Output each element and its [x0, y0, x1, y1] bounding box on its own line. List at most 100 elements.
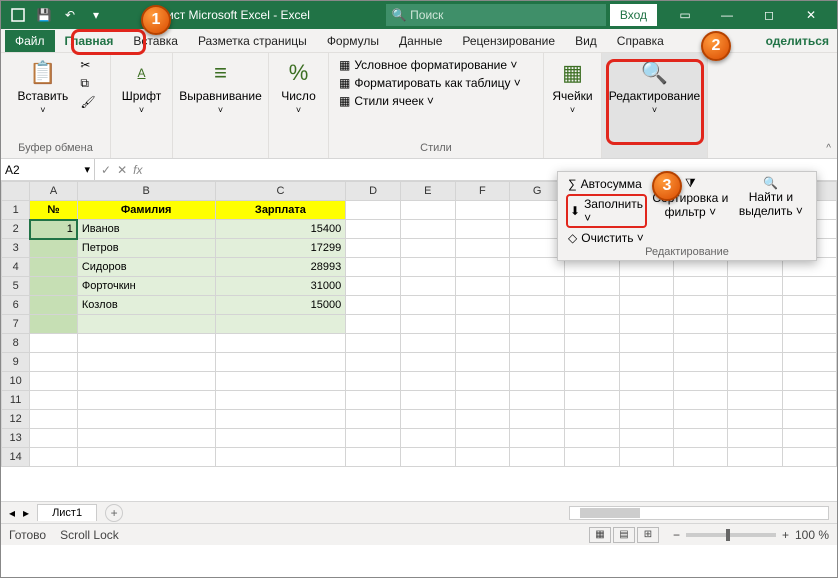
- cell[interactable]: 28993: [215, 258, 346, 277]
- cell[interactable]: Фамилия: [77, 201, 215, 220]
- row-header[interactable]: 2: [2, 220, 30, 239]
- editing-button[interactable]: 🔍 Редактирование˅: [605, 57, 704, 117]
- cell[interactable]: №: [30, 201, 78, 220]
- row-header[interactable]: 6: [2, 296, 30, 315]
- col-header[interactable]: A: [30, 182, 78, 201]
- clear-button[interactable]: ◇Очистить ˅: [566, 230, 647, 246]
- sheet-nav-prev-icon[interactable]: ◂: [9, 506, 15, 520]
- tab-home[interactable]: Главная: [55, 30, 124, 52]
- col-header[interactable]: C: [215, 182, 346, 201]
- add-sheet-button[interactable]: +: [105, 504, 123, 522]
- col-header[interactable]: B: [77, 182, 215, 201]
- minimize-icon[interactable]: —: [707, 4, 747, 26]
- cell[interactable]: [30, 277, 78, 296]
- tab-view[interactable]: Вид: [565, 30, 607, 52]
- tab-data[interactable]: Данные: [389, 30, 452, 52]
- zoom-out-icon[interactable]: −: [673, 528, 680, 542]
- format-as-table-button[interactable]: ▦Форматировать как таблицу ˅: [337, 75, 535, 91]
- row-header[interactable]: 8: [2, 334, 30, 353]
- copy-button[interactable]: ⧉: [78, 75, 97, 92]
- cell[interactable]: Петров: [77, 239, 215, 258]
- search-icon: 🔍: [392, 8, 407, 22]
- col-header[interactable]: E: [401, 182, 456, 201]
- maximize-icon[interactable]: ◻: [749, 4, 789, 26]
- cell[interactable]: Иванов: [77, 220, 215, 239]
- font-button[interactable]: A Шрифт˅: [118, 57, 166, 117]
- close-icon[interactable]: ✕: [791, 4, 831, 26]
- view-page-break-icon[interactable]: ⊞: [637, 527, 659, 543]
- undo-icon[interactable]: ↶: [59, 4, 81, 26]
- col-header[interactable]: D: [346, 182, 401, 201]
- row-header[interactable]: 14: [2, 448, 30, 467]
- row-header[interactable]: 7: [2, 315, 30, 334]
- row-header[interactable]: 12: [2, 410, 30, 429]
- login-button[interactable]: Вход: [610, 4, 657, 26]
- cell-styles-icon: ▦: [339, 94, 350, 108]
- conditional-formatting-button[interactable]: ▦Условное форматирование ˅: [337, 57, 535, 73]
- cell[interactable]: 1: [30, 220, 78, 239]
- search-box[interactable]: 🔍 Поиск: [386, 4, 606, 26]
- autosum-button[interactable]: ∑Автосумма: [566, 176, 647, 192]
- collapse-ribbon-icon[interactable]: ^: [826, 143, 831, 154]
- fill-button[interactable]: ⬇Заполнить ˅: [566, 194, 647, 228]
- cell[interactable]: [77, 315, 215, 334]
- zoom-in-icon[interactable]: +: [782, 528, 789, 542]
- col-header[interactable]: F: [455, 182, 510, 201]
- cell[interactable]: [30, 296, 78, 315]
- row-header[interactable]: 10: [2, 372, 30, 391]
- autosave-icon[interactable]: [7, 4, 29, 26]
- row-header[interactable]: 13: [2, 429, 30, 448]
- view-normal-icon[interactable]: ▦: [589, 527, 611, 543]
- row-header[interactable]: 11: [2, 391, 30, 410]
- row-header[interactable]: 3: [2, 239, 30, 258]
- save-icon[interactable]: 💾: [33, 4, 55, 26]
- cell[interactable]: [215, 315, 346, 334]
- redo-icon[interactable]: ▾: [85, 4, 107, 26]
- name-box[interactable]: A2▾: [1, 159, 95, 180]
- horizontal-scrollbar[interactable]: [569, 506, 829, 520]
- cell[interactable]: Форточкин: [77, 277, 215, 296]
- row-header[interactable]: 1: [2, 201, 30, 220]
- cell[interactable]: 17299: [215, 239, 346, 258]
- eraser-icon: ◇: [568, 231, 577, 245]
- tab-formulas[interactable]: Формулы: [317, 30, 389, 52]
- sheet-nav-next-icon[interactable]: ▸: [23, 506, 29, 520]
- formula-bar[interactable]: ✓✕fx: [95, 163, 148, 177]
- alignment-button[interactable]: ≡ Выравнивание˅: [175, 57, 266, 117]
- cut-button[interactable]: ✂: [78, 57, 97, 73]
- tab-layout[interactable]: Разметка страницы: [188, 30, 317, 52]
- row-header[interactable]: 4: [2, 258, 30, 277]
- group-clipboard-label: Буфер обмена: [18, 140, 93, 156]
- tab-help[interactable]: Справка: [607, 30, 674, 52]
- row-header[interactable]: 5: [2, 277, 30, 296]
- cell[interactable]: 15400: [215, 220, 346, 239]
- number-button[interactable]: % Число˅: [275, 57, 323, 117]
- callout-1: 1: [141, 5, 171, 35]
- format-painter-button[interactable]: 🖌: [78, 94, 97, 110]
- cell[interactable]: Зарплата: [215, 201, 346, 220]
- cell[interactable]: [30, 315, 78, 334]
- find-select-button[interactable]: 🔍Найти и выделить ˅: [734, 176, 808, 218]
- cell[interactable]: [30, 258, 78, 277]
- row-header[interactable]: 9: [2, 353, 30, 372]
- cell[interactable]: Сидоров: [77, 258, 215, 277]
- cell[interactable]: [30, 239, 78, 258]
- cells-button[interactable]: ▦ Ячейки˅: [548, 57, 596, 117]
- sheet-tab[interactable]: Лист1: [37, 504, 97, 521]
- ribbon-display-icon[interactable]: ▭: [665, 4, 705, 26]
- cell[interactable]: Козлов: [77, 296, 215, 315]
- share-button[interactable]: оделиться: [758, 30, 837, 52]
- paste-button[interactable]: 📋 Вставить ˅: [13, 57, 72, 117]
- tab-review[interactable]: Рецензирование: [452, 30, 565, 52]
- titlebar: 💾 ↶ ▾ ист Microsoft Excel - Excel 🔍 Поис…: [1, 1, 837, 29]
- select-all[interactable]: [2, 182, 30, 201]
- tab-file[interactable]: Файл: [5, 30, 55, 52]
- cell[interactable]: 31000: [215, 277, 346, 296]
- sigma-icon: ∑: [568, 177, 577, 191]
- cell[interactable]: 15000: [215, 296, 346, 315]
- view-page-layout-icon[interactable]: ▤: [613, 527, 635, 543]
- zoom-slider[interactable]: − + 100 %: [673, 528, 829, 542]
- zoom-level[interactable]: 100 %: [795, 528, 829, 542]
- scissors-icon: ✂: [80, 58, 90, 72]
- cell-styles-button[interactable]: ▦Стили ячеек ˅: [337, 93, 535, 109]
